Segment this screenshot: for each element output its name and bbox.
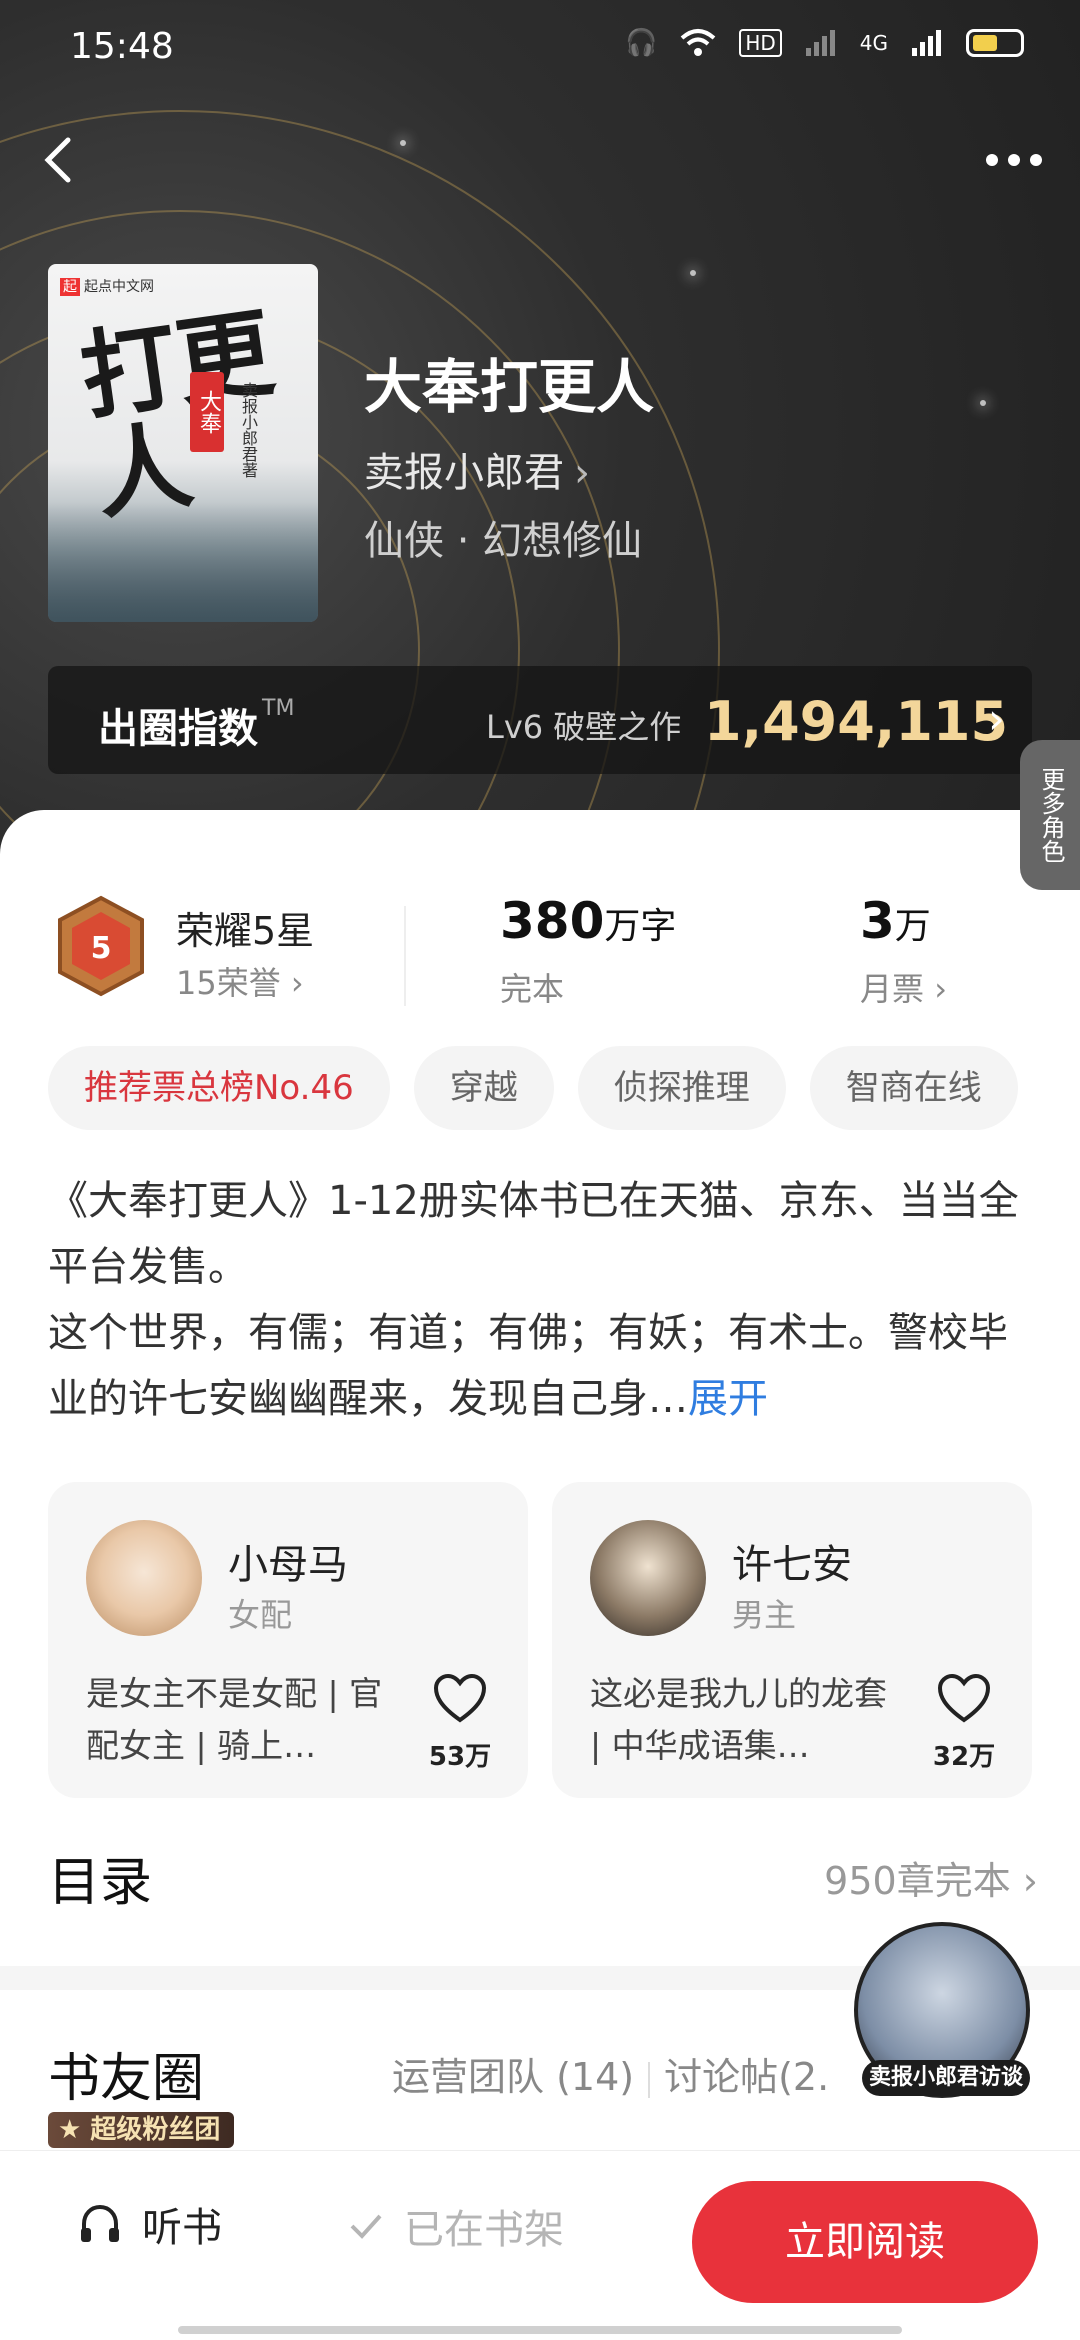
book-title: 大奉打更人 <box>364 353 655 421</box>
more-options-button[interactable] <box>978 140 1050 180</box>
home-indicator <box>178 2326 902 2334</box>
honor-count-link[interactable]: 15荣誉 › <box>176 958 304 1004</box>
ops-team-link[interactable]: 运营团队 (14) <box>392 2055 634 2099</box>
tag-item[interactable]: 智商在线 <box>809 1046 1018 1130</box>
chevron-right-icon: › <box>934 970 947 1008</box>
chevron-right-icon: › <box>290 964 304 1002</box>
index-label: 出圈指数 TM <box>98 696 295 752</box>
decor-star <box>400 140 406 146</box>
back-button[interactable] <box>30 130 90 190</box>
character-role: 男主 <box>732 1596 797 1634</box>
like-count: 32万 <box>932 1742 996 1772</box>
book-detail-card: 5 荣耀5星 15荣誉 › 380万字 完本 3万 月票 › 推荐票总榜No.4… <box>0 810 1080 2340</box>
character-card[interactable]: 小母马 女配 是女主不是女配 | 官配女主 | 骑上… 53万 <box>48 1482 528 1798</box>
character-name: 许七安 <box>732 1542 852 1588</box>
discussion-link[interactable]: 讨论帖(2. <box>664 2055 829 2099</box>
table-of-contents-row[interactable]: 目录 950章完本 › <box>48 1840 1038 1920</box>
status-icons: 🎧 HD 4G <box>625 28 1024 58</box>
chevron-right-icon: › <box>574 450 590 496</box>
heart-icon[interactable] <box>432 1672 488 1728</box>
tag-list: 推荐票总榜No.46 穿越 侦探推理 智商在线 <box>48 1046 1018 1130</box>
heart-icon[interactable] <box>936 1672 992 1728</box>
like-count: 53万 <box>428 1742 492 1772</box>
chevron-right-icon: › <box>1022 1859 1038 1903</box>
listen-button[interactable]: 听书 <box>76 2195 222 2253</box>
hd-icon: HD <box>739 29 782 57</box>
circle-title: 书友圈 <box>48 2049 205 2109</box>
index-level: Lv6 破壁之作 <box>486 708 682 746</box>
toc-title: 目录 <box>48 1853 153 1913</box>
status-time: 15:48 <box>70 26 174 67</box>
signal-icon-2 <box>912 30 941 56</box>
stats-row: 5 荣耀5星 15荣誉 › 380万字 完本 3万 月票 › <box>0 870 1080 1020</box>
decor-star <box>980 400 986 406</box>
divider <box>648 2061 651 2098</box>
cover-seal: 大奉 <box>190 372 224 452</box>
word-count: 380万字 <box>500 892 677 950</box>
svg-text:5: 5 <box>91 931 112 966</box>
book-genre: 仙侠 · 幻想修仙 <box>364 518 643 564</box>
expand-link[interactable]: 展开 <box>688 1376 768 1422</box>
circle-links: 运营团队 (14) 讨论帖(2. <box>392 2046 829 2101</box>
decor-star <box>690 270 696 276</box>
chevron-right-icon: › <box>988 694 1005 743</box>
divider <box>404 906 406 1006</box>
read-now-button[interactable]: 立即阅读 <box>692 2181 1038 2303</box>
super-fan-badge: ★ 超级粉丝团 <box>48 2112 235 2148</box>
character-card[interactable]: 许七安 男主 这必是我九儿的龙套 | 中华成语集… 32万 <box>552 1482 1032 1798</box>
completion-status: 完本 <box>500 970 565 1008</box>
tag-ranking[interactable]: 推荐票总榜No.46 <box>48 1046 390 1130</box>
author-link[interactable]: 卖报小郎君 › <box>364 440 590 498</box>
interview-floating-label[interactable]: 卖报小郎君访谈 <box>862 2060 1030 2096</box>
headphones-icon: 🎧 <box>624 28 658 58</box>
more-roles-tab[interactable]: 更多角色 <box>1020 740 1080 890</box>
book-header-hero: 15:48 🎧 HD 4G 起起点中文网 打更人 大奉 卖报小郎君著 大奉打更人… <box>0 0 1080 860</box>
tag-item[interactable]: 侦探推理 <box>577 1046 786 1130</box>
signal-icon <box>805 30 835 56</box>
network-label: 4G <box>859 31 888 55</box>
on-shelf-button[interactable]: 已在书架 <box>346 2197 564 2255</box>
character-avatar <box>590 1520 706 1636</box>
tag-item[interactable]: 穿越 <box>413 1046 554 1130</box>
battery-icon <box>966 29 1024 57</box>
honor-title: 荣耀5星 <box>176 909 315 953</box>
description-line: 这个世界，有儒；有道；有佛；有妖；有术士。警校毕业的许七安幽幽醒来，发现自己身…… <box>48 1310 1008 1422</box>
star-icon: ★ <box>58 2115 82 2145</box>
bottom-action-bar: 听书 已在书架 立即阅读 <box>0 2150 1080 2340</box>
character-role: 女配 <box>228 1596 293 1634</box>
headphones-icon <box>81 2204 119 2242</box>
toc-status: 950章完本 › <box>824 1859 1038 1903</box>
cover-author: 卖报小郎君著 <box>239 382 258 478</box>
status-bar: 15:48 🎧 HD 4G <box>0 0 1080 96</box>
listen-label: 听书 <box>142 2205 222 2251</box>
popularity-index-bar[interactable]: 出圈指数 TM Lv6 破壁之作 1,494,115 › <box>48 666 1032 774</box>
wifi-icon <box>680 29 716 56</box>
shelf-label: 已在书架 <box>404 2207 564 2253</box>
cover-landscape <box>48 502 318 622</box>
monthly-tickets-link[interactable]: 月票 › <box>860 964 947 1010</box>
index-value: 1,494,115 <box>704 690 1009 753</box>
check-icon <box>350 2214 382 2239</box>
publisher-logo: 起起点中文网 <box>60 276 154 296</box>
character-name: 小母马 <box>228 1542 348 1588</box>
book-cover[interactable]: 起起点中文网 打更人 大奉 卖报小郎君著 <box>48 264 318 622</box>
character-avatar <box>86 1520 202 1636</box>
honor-medal-icon[interactable]: 5 <box>52 894 150 998</box>
monthly-tickets: 3万 <box>860 892 931 950</box>
character-tags: 是女主不是女配 | 官配女主 | 骑上… <box>86 1674 383 1765</box>
character-tags: 这必是我九儿的龙套 | 中华成语集… <box>590 1674 887 1765</box>
character-carousel: 小母马 女配 是女主不是女配 | 官配女主 | 骑上… 53万 许七安 男主 这… <box>48 1482 1080 1802</box>
book-description[interactable]: 《大奉打更人》1-12册实体书已在天猫、京东、当当全平台发售。 这个世界，有儒；… <box>48 1168 1038 1432</box>
description-line: 《大奉打更人》1-12册实体书已在天猫、京东、当当全平台发售。 <box>48 1178 1019 1290</box>
